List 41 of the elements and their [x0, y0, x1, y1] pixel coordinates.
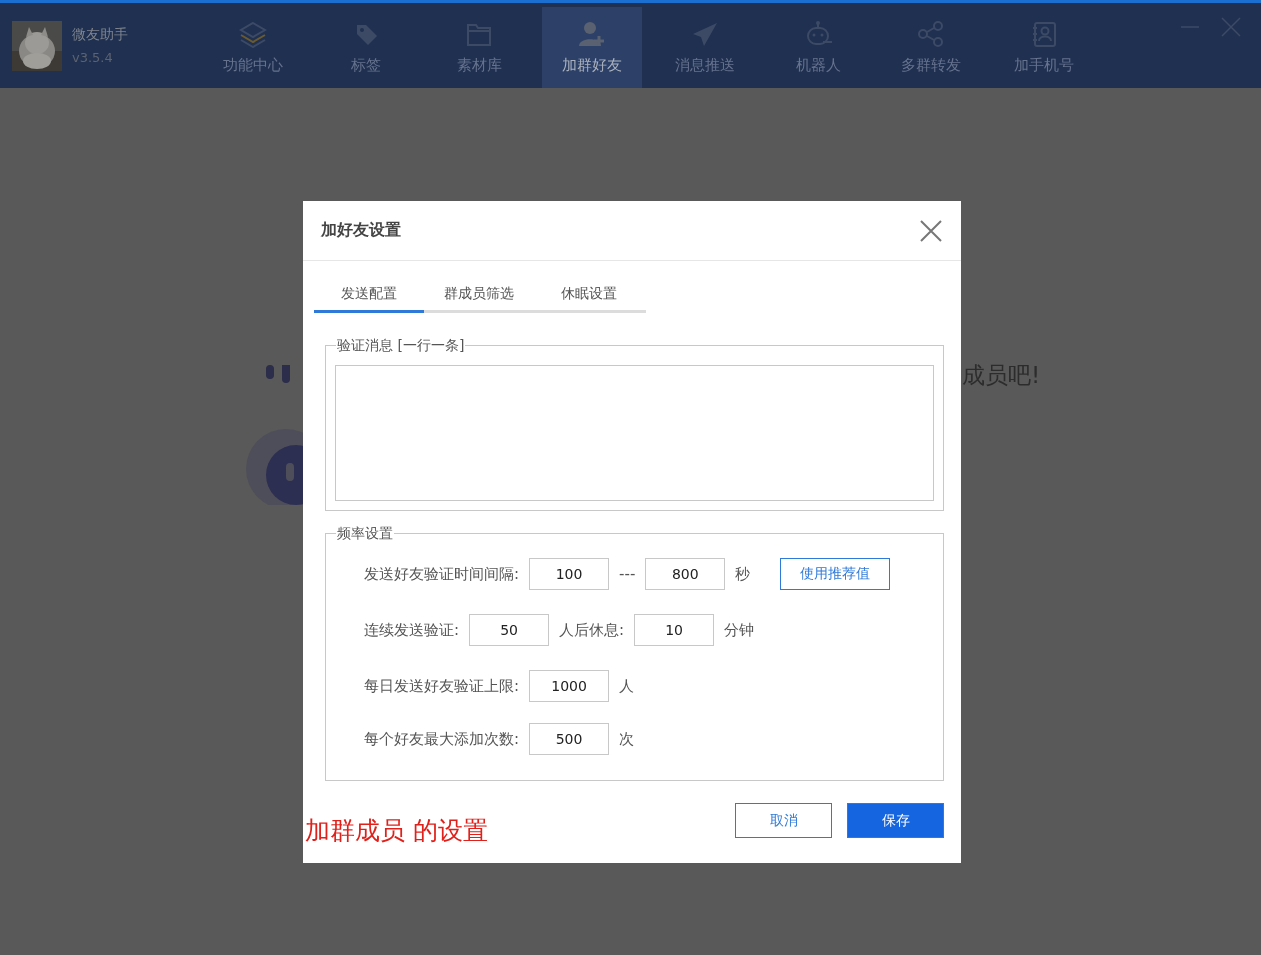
nav-item[interactable]: 消息推送: [655, 7, 755, 88]
field-label: 分钟: [724, 620, 755, 640]
save-button[interactable]: 保存: [847, 803, 944, 838]
field-label: 人: [619, 676, 635, 696]
group-legend: 验证消息 [一行一条]: [336, 336, 466, 354]
nav-item[interactable]: 加群好友: [542, 7, 642, 88]
cancel-button[interactable]: 取消: [735, 803, 832, 838]
close-icon[interactable]: [919, 218, 943, 243]
message-field[interactable]: [335, 365, 934, 501]
tab[interactable]: 群成员筛选: [424, 277, 534, 313]
recommended-button[interactable]: 使用推荐值: [780, 558, 891, 590]
number-field[interactable]: 50: [469, 614, 550, 646]
field-label: 每日发送好友验证上限:: [364, 676, 520, 696]
nav-item[interactable]: 多群转发: [881, 7, 981, 88]
nav-item[interactable]: 标签: [316, 7, 416, 88]
nav-item[interactable]: 功能中心: [203, 7, 303, 88]
field-label: 发送好友验证时间间隔:: [364, 564, 520, 584]
tab[interactable]: 发送配置: [314, 277, 424, 313]
field-label: ---: [619, 565, 636, 583]
nav-item[interactable]: 素材库: [429, 7, 529, 88]
number-field[interactable]: 100: [529, 558, 610, 590]
dialog-title: 加好友设置: [321, 220, 401, 241]
field-label: 每个好友最大添加次数:: [364, 729, 520, 749]
app-version: v3.5.4: [72, 50, 114, 65]
group-legend: 频率设置: [336, 524, 394, 542]
add-user-icon: [577, 20, 607, 48]
field-label: 次: [619, 729, 635, 749]
field-label: 连续发送验证:: [364, 620, 460, 640]
number-field[interactable]: 800: [645, 558, 726, 590]
number-field[interactable]: 10: [634, 614, 715, 646]
nav-item[interactable]: 加手机号: [994, 7, 1094, 88]
layers-icon: [238, 20, 268, 48]
tab[interactable]: 休眠设置: [534, 277, 644, 313]
share-icon: [916, 20, 946, 48]
app-name: 微友助手: [72, 26, 128, 44]
field-label: 秒: [735, 564, 751, 584]
number-field[interactable]: 500: [529, 723, 610, 755]
field-label: 人后休息:: [559, 620, 625, 640]
nav-item[interactable]: 机器人: [768, 7, 868, 88]
number-field[interactable]: 1000: [529, 670, 610, 702]
annotation-text: 加群成员 的设置: [305, 815, 488, 847]
